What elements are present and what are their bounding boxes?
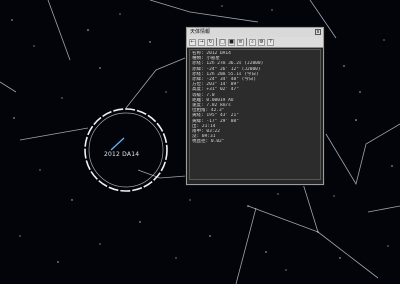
toolbar: ← → ↻ □ ■ ≡ ⌕ ⚙? — [187, 37, 323, 48]
info-row: 視直径: 0.02" — [192, 139, 225, 145]
info-window[interactable]: 天体情報 x ← → ↻ □ ■ ≡ ⌕ ⚙? 名称: 2012 DA14 種類: 小惑星 赤経:… — [186, 27, 324, 185]
help-icon[interactable]: ? — [267, 38, 274, 46]
toolbar-separator — [216, 38, 217, 46]
copy-icon[interactable]: □ — [219, 38, 226, 46]
target-motion-vector — [110, 137, 125, 151]
toolbar-separator — [246, 38, 247, 46]
window-titlebar[interactable]: 天体情報 x — [187, 28, 323, 37]
save-icon[interactable]: ■ — [228, 38, 235, 46]
print-icon[interactable]: ≡ — [237, 38, 244, 46]
target-label: 2012 DA14 — [104, 151, 140, 158]
settings-icon[interactable]: ⚙ — [258, 38, 265, 46]
forward-icon[interactable]: → — [198, 38, 205, 46]
back-icon[interactable]: ← — [189, 38, 196, 46]
info-list: 名称: 2012 DA14 種類: 小惑星 赤経: 12h 27m 36.2s (J… — [189, 49, 321, 180]
reload-icon[interactable]: ↻ — [207, 38, 214, 46]
close-icon[interactable]: x — [315, 29, 321, 35]
target-reticle[interactable] — [84, 108, 168, 192]
search-icon[interactable]: ⌕ — [249, 38, 256, 46]
window-title: 天体情報 — [190, 29, 211, 35]
